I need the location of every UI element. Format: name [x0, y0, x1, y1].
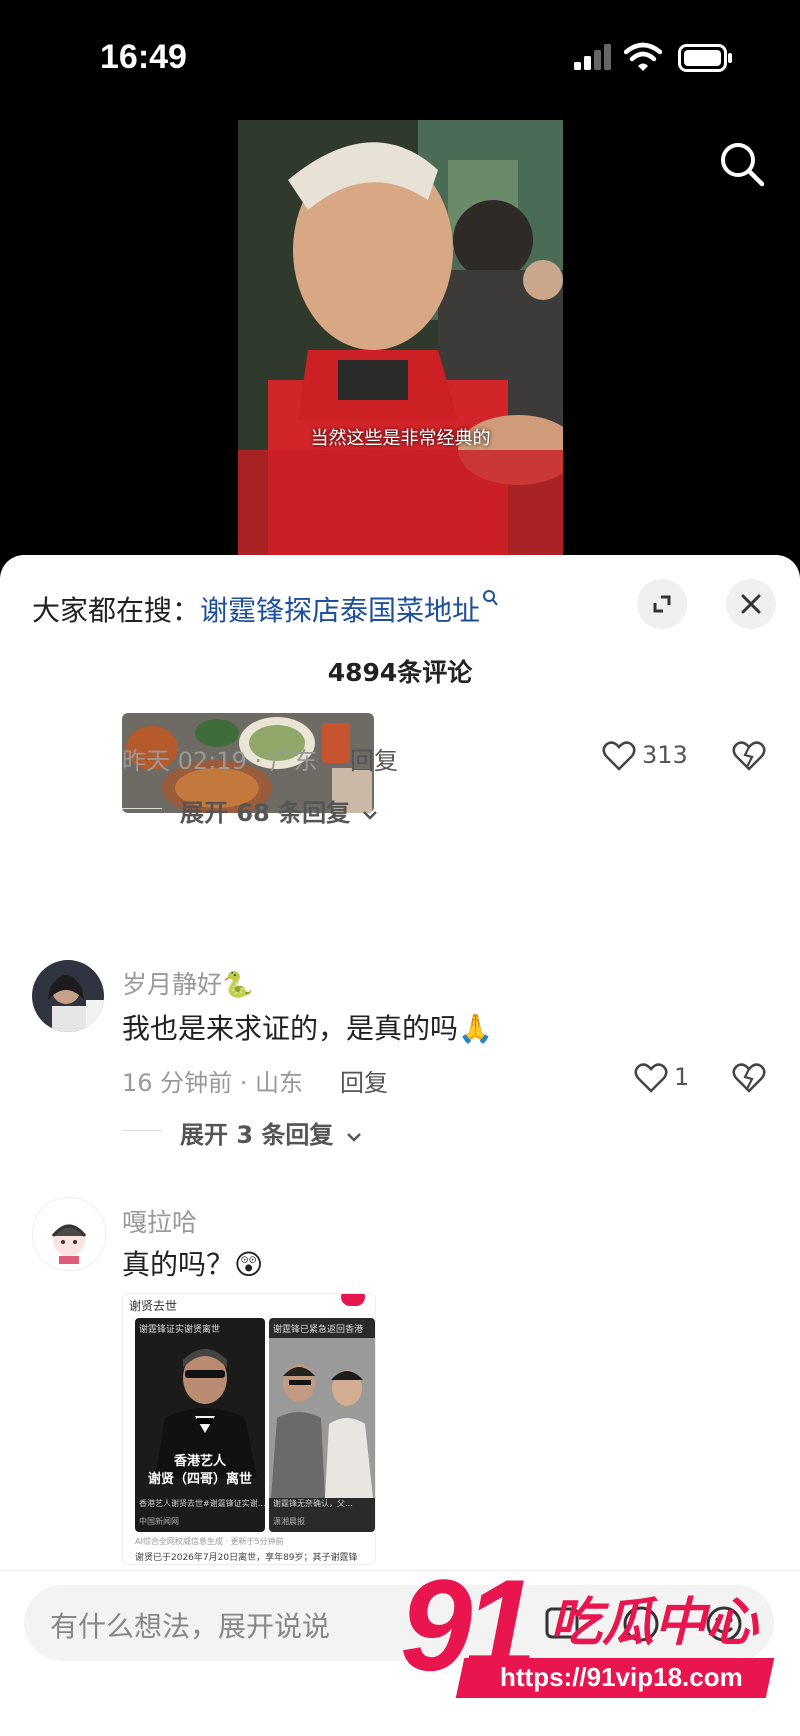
panel-footer: 谢霆锋无奈确认，父… — [273, 1499, 353, 1508]
news-panel-right[interactable]: 谢霆锋已紧急返回香港 谢霆锋无奈确认，父… 潇湘晨报 — [269, 1318, 375, 1532]
comment-count: 4894条评论 — [327, 658, 473, 687]
red-badge — [341, 1294, 365, 1306]
panel-footer: 香港艺人谢贤去世#谢霆锋证实谢… — [139, 1499, 265, 1508]
like-icon[interactable] — [602, 741, 636, 771]
search-icon[interactable] — [718, 140, 766, 188]
comment-text: 我也是来求证的，是真的吗🙏 — [122, 1012, 493, 1045]
trending-prefix: 大家都在搜： — [32, 594, 201, 627]
avatar-photo — [32, 960, 104, 1032]
news-summary: 谢贤已于2026年7月20日离世，享年89岁；其子谢霆锋 — [135, 1553, 358, 1563]
video-frame-image — [238, 120, 563, 555]
divider — [122, 808, 162, 809]
dislike-icon[interactable] — [732, 741, 766, 771]
wifi-icon — [624, 42, 662, 71]
news-card-title: 谢贤去世 — [129, 1299, 178, 1313]
status-bar: 16:49 — [0, 0, 800, 110]
trending-keyword-link[interactable]: 谢霆锋探店泰国菜地址 — [200, 594, 480, 627]
comment-input-placeholder: 有什么想法，展开说说 — [50, 1610, 331, 1643]
video-caption: 当然这些是非常经典的 — [310, 428, 491, 449]
fullscreen-button[interactable] — [637, 579, 687, 629]
comment-text: 真的吗？😲 — [122, 1248, 264, 1281]
close-icon — [741, 594, 761, 614]
video-player[interactable]: 当然这些是非常经典的 — [238, 120, 563, 555]
headline-line-1: 香港艺人 — [173, 1454, 226, 1469]
comment-image[interactable]: 谢贤去世 谢霆锋证实谢贤离世 香港艺人 谢贤（四哥）离世 香港艺人谢贤去世#谢霆… — [122, 1293, 376, 1565]
news-panel-left[interactable]: 谢霆锋证实谢贤离世 香港艺人 谢贤（四哥）离世 香港艺人谢贤去世#谢霆锋证实谢…… — [135, 1318, 265, 1532]
watermark-url: https://91vip18.com — [500, 1662, 743, 1692]
like-count: 313 — [642, 741, 688, 769]
cellular-signal-icon — [574, 44, 611, 70]
panel-source: 中国新闻网 — [139, 1517, 179, 1526]
battery-icon — [678, 44, 732, 72]
avatar[interactable] — [32, 1197, 106, 1271]
chevron-down-icon — [363, 811, 378, 820]
close-button[interactable] — [726, 579, 776, 629]
username[interactable]: 岁月静好🐍 — [122, 965, 253, 1001]
expand-replies-button[interactable]: 展开 3 条回复 — [180, 1115, 362, 1150]
expand-replies-label: 展开 68 条回复 — [180, 799, 351, 827]
avatar[interactable] — [32, 960, 104, 1032]
comment-meta: 16 分钟前 · 山东 — [122, 1069, 304, 1097]
expand-replies-button[interactable]: 展开 68 条回复 — [180, 793, 378, 828]
reply-button[interactable]: 回复 — [350, 741, 398, 776]
username[interactable]: 嘎拉哈 — [122, 1203, 197, 1239]
two-persons-photo — [269, 1338, 375, 1498]
like-icon[interactable] — [634, 1063, 668, 1093]
status-time: 16:49 — [100, 38, 187, 76]
headline-line-2: 谢贤（四哥）离世 — [147, 1472, 252, 1487]
reply-button[interactable]: 回复 — [340, 1063, 388, 1098]
like-count: 1 — [674, 1063, 690, 1091]
ai-note: AI综合全网权威信息生成 · 更新于5分钟前 — [135, 1537, 284, 1546]
watermark-title: 吃瓜中心 — [550, 1593, 759, 1653]
divider — [122, 1130, 162, 1131]
watermark: 91 吃瓜中心 https://91vip18.com — [400, 1552, 790, 1710]
dislike-icon[interactable] — [732, 1063, 766, 1093]
expand-icon — [653, 595, 671, 613]
avatar-cartoon — [33, 1198, 105, 1270]
chevron-down-icon — [346, 1133, 361, 1142]
panel-source: 潇湘晨报 — [273, 1517, 305, 1526]
search-small-icon — [483, 590, 498, 606]
panel-header: 谢霆锋证实谢贤离世 — [139, 1325, 221, 1335]
panel-header: 谢霆锋已紧急返回香港 — [273, 1325, 364, 1335]
expand-replies-label: 展开 3 条回复 — [180, 1121, 334, 1149]
comment-meta: 昨天 02:19 · 广东 — [122, 747, 318, 775]
trending-search[interactable]: 大家都在搜：谢霆锋探店泰国菜地址 — [32, 589, 498, 629]
